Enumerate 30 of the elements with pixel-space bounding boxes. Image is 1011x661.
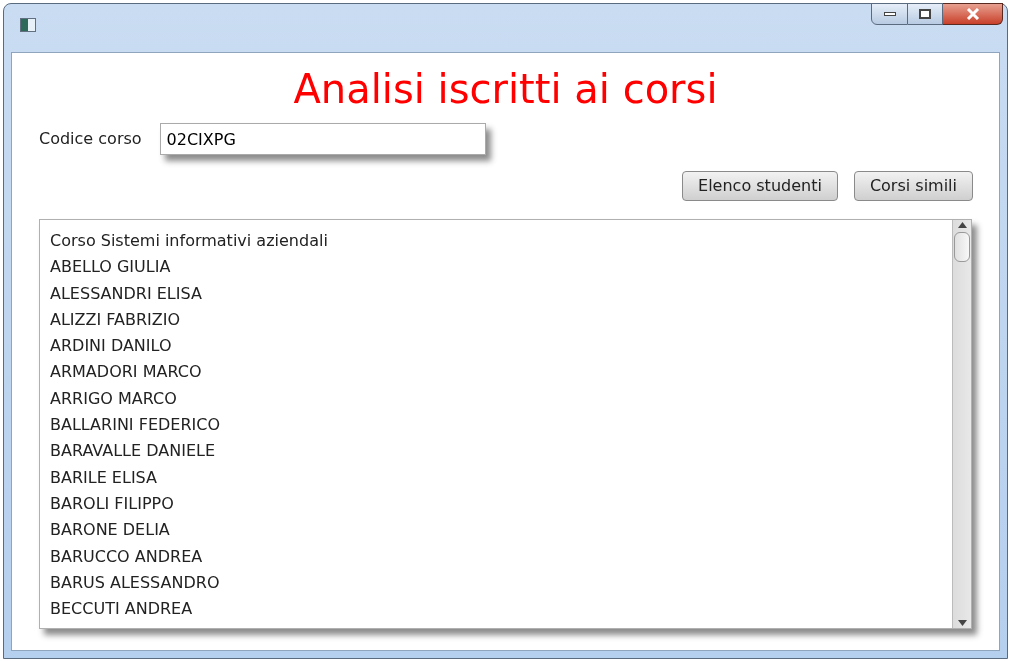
action-button[interactable]: Elenco studenti (682, 171, 838, 201)
text-line: BARUS ALESSANDRO (50, 571, 221, 594)
vertical-scrollbar[interactable] (952, 220, 971, 628)
minimize-button[interactable] (871, 3, 908, 25)
scroll-down-icon (957, 620, 967, 626)
course-code-field[interactable]: 02CIXPG (159, 123, 486, 155)
text-line: ARRIGO MARCO (50, 387, 178, 410)
text-line: BARONE DELIA (50, 519, 171, 542)
scroll-thumb[interactable] (954, 232, 970, 262)
scroll-up-icon (957, 222, 967, 228)
action-button[interactable]: Corsi simili (853, 171, 973, 201)
text-line: BAROLI FILIPPO (50, 492, 175, 515)
text-line: ABELLO GIULIA (50, 256, 172, 279)
close-icon (965, 8, 980, 20)
field-label: Codice corso (39, 128, 142, 150)
text-line: ALIZZI FABRIZIO (50, 308, 182, 331)
text-line: BARAVALLE DANIELE (50, 440, 216, 463)
output-text-area[interactable] (39, 219, 972, 629)
text-line: ARDINI DANILO (50, 335, 173, 358)
text-line: BALLARINI FEDERICO (50, 414, 221, 437)
text-line: BARILE ELISA (50, 466, 158, 489)
text-line: BARUCCO ANDREA (50, 545, 204, 568)
text-line: BECCUTI ANDREA (50, 598, 194, 621)
maximize-button[interactable] (908, 3, 943, 25)
close-button[interactable] (943, 3, 1003, 25)
text-line: ARMADORI MARCO (50, 361, 203, 384)
text-line: ALESSANDRI ELISA (50, 282, 203, 305)
text-line: Corso Sistemi informativi aziendali (50, 230, 329, 252)
app-icon (20, 18, 36, 32)
page-heading: Analisi iscritti ai corsi (293, 65, 718, 113)
